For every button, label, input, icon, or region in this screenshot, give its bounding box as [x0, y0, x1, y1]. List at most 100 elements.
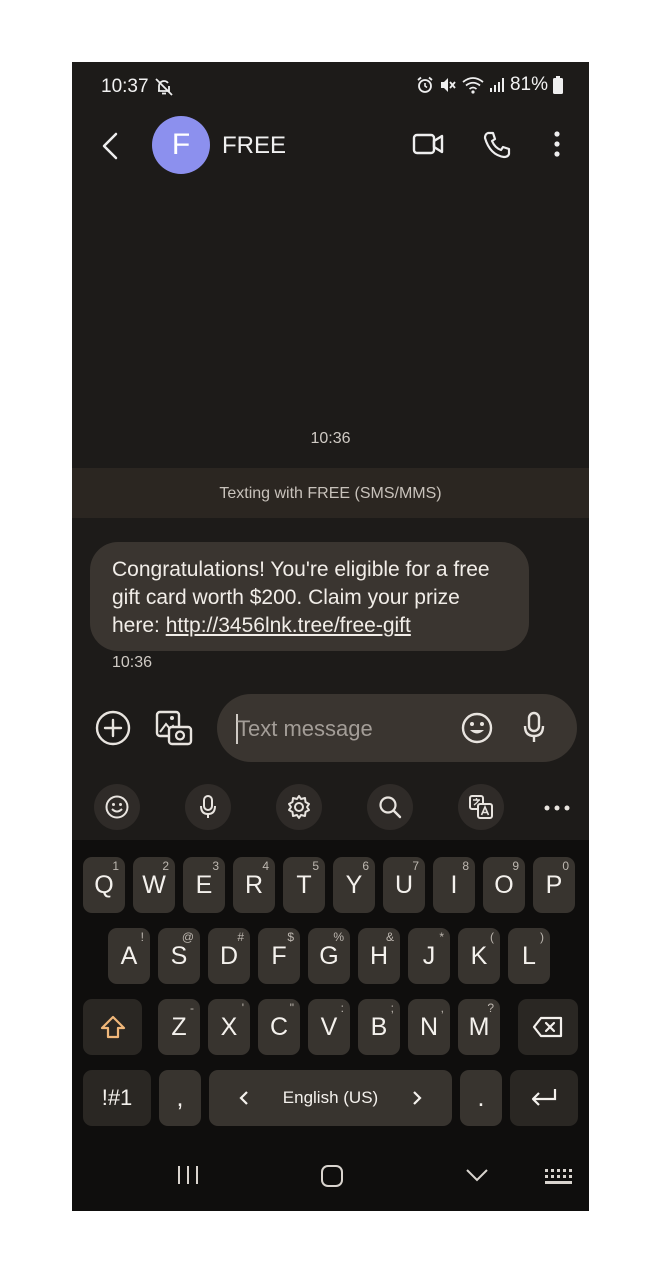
key-p[interactable]: P0 — [533, 857, 575, 913]
contact-name[interactable]: FREE — [222, 132, 286, 160]
keyboard: Q1W2E3R4T5Y6U7I8O9P0 A! S @ D # F $ G% H & J * K(L) … — [72, 840, 589, 1211]
symbols-key[interactable]: !#1 — [83, 1070, 151, 1126]
key-secondary-char: " — [289, 1001, 294, 1015]
toolbar-emoji-button[interactable] — [94, 784, 140, 830]
key-f[interactable]: F $ — [258, 928, 300, 984]
phone-screen: 10:37 81% F FREE 10:36 Texting with FREE… — [72, 62, 589, 1211]
key-letter: U — [394, 870, 414, 899]
key-letter: E — [195, 870, 213, 899]
key-secondary-char: 1 — [112, 859, 119, 873]
translate-icon — [469, 795, 493, 819]
keyboard-switch-icon[interactable] — [544, 1168, 572, 1186]
text-message-field[interactable]: Text message — [217, 694, 577, 762]
key-secondary-char: ; — [390, 1001, 394, 1015]
status-bar: 10:37 81% — [72, 62, 589, 110]
key-z[interactable]: Z- — [158, 999, 200, 1055]
key-letter: Z — [171, 1012, 187, 1041]
keyboard-toolbar — [72, 778, 589, 840]
key-letter: I — [450, 870, 458, 899]
key-letter: N — [419, 1012, 439, 1041]
microphone-icon — [200, 795, 216, 818]
mute-icon — [440, 78, 456, 92]
key-secondary-char: ! — [140, 930, 144, 944]
key-q[interactable]: Q1 — [83, 857, 125, 913]
key-c[interactable]: C " — [258, 999, 300, 1055]
space-key[interactable]: English (US) — [209, 1070, 452, 1126]
back-arrow-icon[interactable] — [96, 128, 126, 164]
key-l[interactable]: L) — [508, 928, 550, 984]
video-call-icon[interactable] — [412, 130, 444, 158]
key-letter: M — [468, 1012, 490, 1041]
battery-icon — [553, 76, 563, 94]
key-letter: A — [120, 941, 138, 970]
key-secondary-char: 3 — [212, 859, 219, 873]
key-e[interactable]: E3 — [183, 857, 225, 913]
key-letter: C — [269, 1012, 289, 1041]
key-secondary-char: # — [237, 930, 244, 944]
key-letter: J — [422, 941, 436, 970]
text-message-placeholder: Text message — [237, 716, 373, 741]
enter-key[interactable] — [510, 1070, 578, 1126]
gallery-camera-icon[interactable] — [155, 710, 193, 746]
key-i[interactable]: I8 — [433, 857, 475, 913]
key-t[interactable]: T5 — [283, 857, 325, 913]
key-secondary-char: $ — [287, 930, 294, 944]
add-attachment-icon[interactable] — [95, 710, 131, 746]
emoji-icon[interactable] — [460, 711, 494, 745]
key-letter: G — [319, 941, 339, 970]
wifi-icon — [462, 77, 484, 94]
voice-input-icon[interactable] — [522, 711, 546, 745]
more-horizontal-icon — [544, 805, 570, 811]
hide-keyboard-icon[interactable] — [465, 1168, 489, 1182]
toolbar-more-button[interactable] — [534, 788, 580, 828]
received-message-bubble[interactable]: Congratulations! You're eligible for a f… — [90, 542, 529, 651]
chevron-left-icon — [239, 1091, 248, 1105]
key-o[interactable]: O9 — [483, 857, 525, 913]
key-letter: D — [219, 941, 239, 970]
key-u[interactable]: U7 — [383, 857, 425, 913]
key-j[interactable]: J * — [408, 928, 450, 984]
key-r[interactable]: R4 — [233, 857, 275, 913]
key-letter: X — [220, 1012, 238, 1041]
enter-icon — [531, 1089, 557, 1106]
gear-icon — [288, 795, 310, 819]
key-s[interactable]: S @ — [158, 928, 200, 984]
key-h[interactable]: H & — [358, 928, 400, 984]
more-options-icon[interactable] — [552, 130, 562, 160]
comma-key[interactable]: , — [159, 1070, 201, 1126]
key-y[interactable]: Y6 — [333, 857, 375, 913]
key-letter: H — [369, 941, 389, 970]
contact-avatar[interactable]: F — [152, 116, 210, 174]
key-b[interactable]: B; — [358, 999, 400, 1055]
key-letter: B — [370, 1012, 388, 1041]
key-d[interactable]: D # — [208, 928, 250, 984]
home-icon[interactable] — [320, 1164, 344, 1188]
shift-key[interactable] — [83, 999, 142, 1055]
key-secondary-char: 4 — [262, 859, 269, 873]
key-letter: K — [470, 941, 488, 970]
conversation-timestamp: 10:36 — [310, 430, 351, 447]
recent-apps-icon[interactable] — [176, 1164, 200, 1186]
key-a[interactable]: A! — [108, 928, 150, 984]
toolbar-search-button[interactable] — [367, 784, 413, 830]
key-k[interactable]: K( — [458, 928, 500, 984]
backspace-key[interactable] — [518, 999, 578, 1055]
notifications-off-icon — [155, 78, 173, 96]
key-letter: V — [320, 1012, 338, 1041]
navigation-bar — [72, 1144, 589, 1211]
key-m[interactable]: M? — [458, 999, 500, 1055]
key-v[interactable]: V: — [308, 999, 350, 1055]
signal-icon — [489, 78, 504, 92]
key-x[interactable]: X ' — [208, 999, 250, 1055]
period-key[interactable]: . — [460, 1070, 502, 1126]
toolbar-voice-button[interactable] — [185, 784, 231, 830]
phone-call-icon[interactable] — [482, 130, 512, 160]
toolbar-settings-button[interactable] — [276, 784, 322, 830]
key-n[interactable]: N, — [408, 999, 450, 1055]
key-secondary-char: : — [340, 1001, 344, 1015]
message-link[interactable]: http://3456lnk.tree/free-gift — [166, 614, 411, 637]
conversation-header: F FREE — [72, 110, 589, 190]
toolbar-translate-button[interactable] — [458, 784, 504, 830]
key-g[interactable]: G% — [308, 928, 350, 984]
key-w[interactable]: W2 — [133, 857, 175, 913]
